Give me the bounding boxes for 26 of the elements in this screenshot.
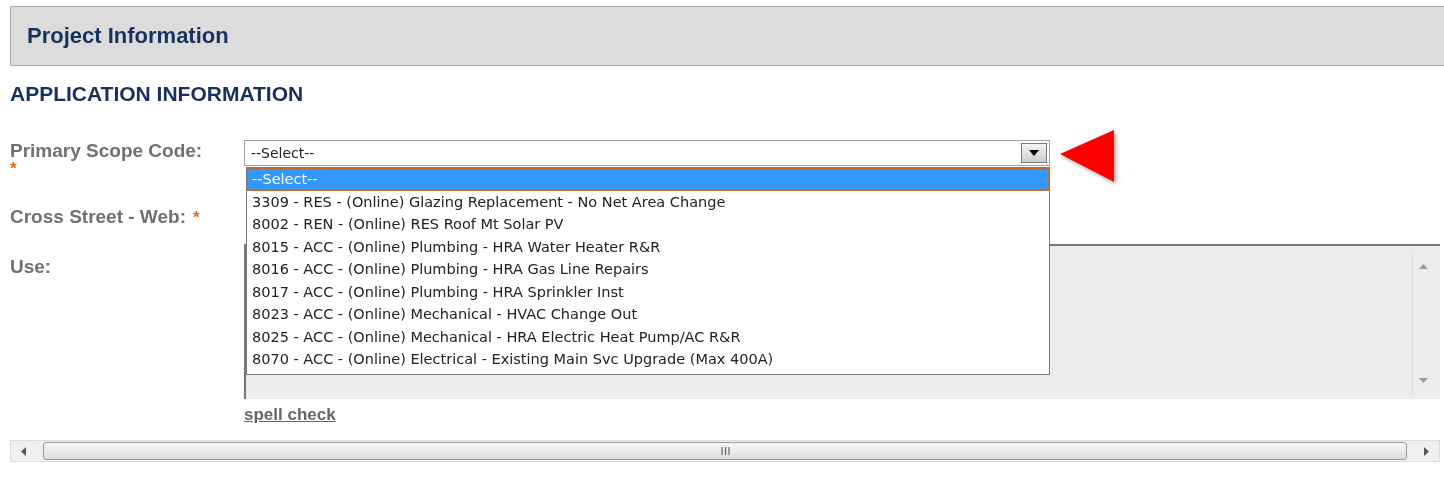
dropdown-field[interactable]: --Select-- xyxy=(244,140,1050,166)
dropdown-option[interactable]: 3309 - RES - (Online) Glazing Replacement - No Net Area Change xyxy=(247,190,1049,213)
dropdown-button[interactable] xyxy=(1021,143,1047,163)
dropdown-option[interactable]: 8002 - REN - (Online) RES Roof Mt Solar PV xyxy=(247,213,1049,236)
dropdown-option[interactable]: 8016 - ACC - (Online) Plumbing - HRA Gas Line Repairs xyxy=(247,258,1049,281)
field-label: Primary Scope Code: xyxy=(10,140,204,162)
required-mark: * xyxy=(10,162,17,176)
dropdown-option[interactable]: 8025 - ACC - (Online) Mechanical - HRA Electric Heat Pump/AC R&R xyxy=(247,325,1049,348)
grip-icon xyxy=(720,447,730,455)
field-label: Use: xyxy=(10,256,53,278)
horizontal-scrollbar[interactable] xyxy=(10,440,1440,462)
field-label: Cross Street - Web: xyxy=(10,206,186,228)
caret-icon xyxy=(1029,150,1039,156)
section-title: Project Information xyxy=(27,23,229,49)
scroll-up-icon[interactable] xyxy=(1419,264,1428,269)
section-heading: APPLICATION INFORMATION xyxy=(10,82,305,106)
scroll-down-icon[interactable] xyxy=(1419,378,1428,383)
scroll-left-icon[interactable] xyxy=(21,446,26,456)
dropdown-option[interactable]: 8070 - ACC - (Online) Electrical - Existing Main Svc Upgrade (Max 400A) xyxy=(247,348,1049,371)
required-mark: * xyxy=(192,211,200,225)
scrollbar-thumb[interactable] xyxy=(43,442,1407,460)
spell-check-link[interactable]: spell check xyxy=(244,405,336,425)
scroll-right-icon[interactable] xyxy=(1424,446,1429,456)
dropdown-option[interactable]: 8023 - ACC - (Online) Mechanical - HVAC Change Out xyxy=(247,303,1049,326)
dropdown-option[interactable]: 8017 - ACC - (Online) Plumbing - HRA Sprinkler Inst xyxy=(247,280,1049,303)
dropdown-option[interactable]: 8015 - ACC - (Online) Plumbing - HRA Water Heater R&R xyxy=(247,235,1049,258)
